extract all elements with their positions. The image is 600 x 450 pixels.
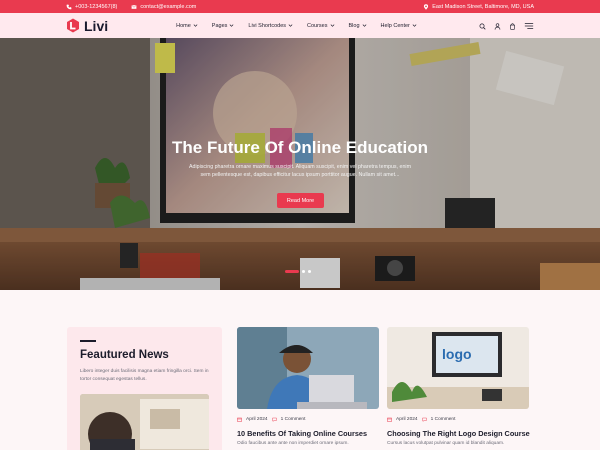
header-tools (479, 17, 534, 35)
chevron-down-icon (330, 24, 334, 27)
article-title[interactable]: 10 Benefits Of Taking Online Courses (237, 429, 367, 438)
article-title[interactable]: Choosing The Right Logo Design Course (387, 429, 530, 438)
slider-dot[interactable] (308, 270, 311, 273)
cart-icon (510, 22, 515, 30)
featured-photo (80, 394, 209, 450)
article-comments[interactable]: 1 Comment (431, 417, 456, 422)
main-navigation: Home Pages Livi Shortcodes Courses Blog … (176, 23, 417, 29)
article-card[interactable]: logo April 2024 1 Comment Choosing The R… (387, 327, 530, 450)
chevron-down-icon (230, 24, 234, 27)
article-date: April 2024 (246, 417, 268, 422)
search-icon (479, 23, 486, 30)
nav-item-blog[interactable]: Blog (349, 23, 367, 29)
article-photo (237, 327, 379, 409)
site-logo[interactable]: Livi (66, 18, 108, 34)
address-contact: East Madison Street, Baltimore, MD, USA (423, 4, 534, 10)
top-info-bar: +003-1234567(8) contact@example.com East… (0, 0, 600, 13)
calendar-icon (387, 417, 392, 422)
logo-hexagon-icon (67, 18, 79, 33)
phone-icon (66, 4, 72, 9)
nav-label: Blog (348, 22, 360, 29)
nav-item-home[interactable]: Home (176, 23, 198, 29)
chevron-down-icon (412, 24, 417, 27)
street-address: East Madison Street, Baltimore, MD, USA (432, 3, 534, 10)
nav-item-courses[interactable]: Courses (307, 23, 334, 29)
nav-label: Livi Shortcodes (248, 22, 287, 29)
account-button[interactable] (494, 17, 501, 35)
slider-dot-active[interactable] (285, 270, 299, 273)
featured-heading: Feautured News (80, 349, 169, 361)
email-contact[interactable]: contact@example.com (131, 4, 196, 10)
brand-name: Livi (84, 17, 109, 34)
chevron-down-icon (193, 24, 198, 27)
article-meta: April 2024 1 Comment (387, 417, 455, 422)
read-more-button[interactable]: Read More (277, 193, 324, 208)
search-button[interactable] (479, 17, 486, 35)
article-photo: logo (387, 327, 529, 409)
news-section: Feautured News Libero integer duis facil… (0, 290, 600, 450)
phone-number: +003-1234567(8) (75, 3, 118, 10)
nav-item-pages[interactable]: Pages (212, 23, 235, 29)
nav-label: Courses (307, 22, 328, 29)
nav-item-shortcodes[interactable]: Livi Shortcodes (248, 23, 293, 29)
featured-text: Libero integer duis facilisis magna etia… (80, 369, 209, 382)
comment-icon (421, 417, 427, 422)
menu-toggle-button[interactable] (524, 17, 534, 35)
article-image[interactable]: logo (387, 327, 529, 409)
user-icon (494, 22, 501, 30)
envelope-icon (131, 4, 137, 9)
article-comments[interactable]: 1 Comment (281, 417, 306, 422)
hero-description: Adipiscing pharetra ornare maximus susci… (189, 164, 411, 178)
article-excerpt: Odio faucibus ante ante non imperdiet or… (237, 441, 349, 446)
comment-icon (271, 417, 277, 422)
nav-label: Help Center (380, 22, 410, 29)
article-date: April 2024 (396, 417, 418, 422)
map-pin-icon (424, 3, 429, 10)
nav-label: Pages (211, 22, 228, 29)
email-address: contact@example.com (140, 3, 197, 10)
calendar-icon (237, 417, 242, 422)
article-card[interactable]: April 2024 1 Comment 10 Benefits Of Taki… (237, 327, 379, 450)
chevron-down-icon (288, 24, 293, 27)
slider-pagination (285, 270, 311, 273)
hero-slider: The Future Of Online Education Adipiscin… (0, 38, 600, 290)
svg-text:logo: logo (442, 346, 472, 362)
nav-item-help-center[interactable]: Help Center (381, 23, 417, 29)
article-meta: April 2024 1 Comment (237, 417, 305, 422)
heading-accent-line (80, 340, 96, 342)
cart-button[interactable] (509, 17, 516, 35)
hero-title: The Future Of Online Education (172, 138, 428, 157)
featured-news-panel: Feautured News Libero integer duis facil… (67, 327, 222, 450)
hamburger-menu-icon (524, 22, 534, 29)
phone-contact[interactable]: +003-1234567(8) (66, 4, 117, 10)
nav-label: Home (176, 22, 191, 29)
featured-image[interactable] (80, 394, 209, 450)
article-image[interactable] (237, 327, 379, 409)
article-excerpt: Cursus lacus volutpat pulvinar quam id b… (387, 441, 505, 446)
chevron-down-icon (362, 24, 366, 27)
site-header: Livi Home Pages Livi Shortcodes Courses … (0, 13, 600, 38)
slider-dot[interactable] (302, 270, 305, 273)
